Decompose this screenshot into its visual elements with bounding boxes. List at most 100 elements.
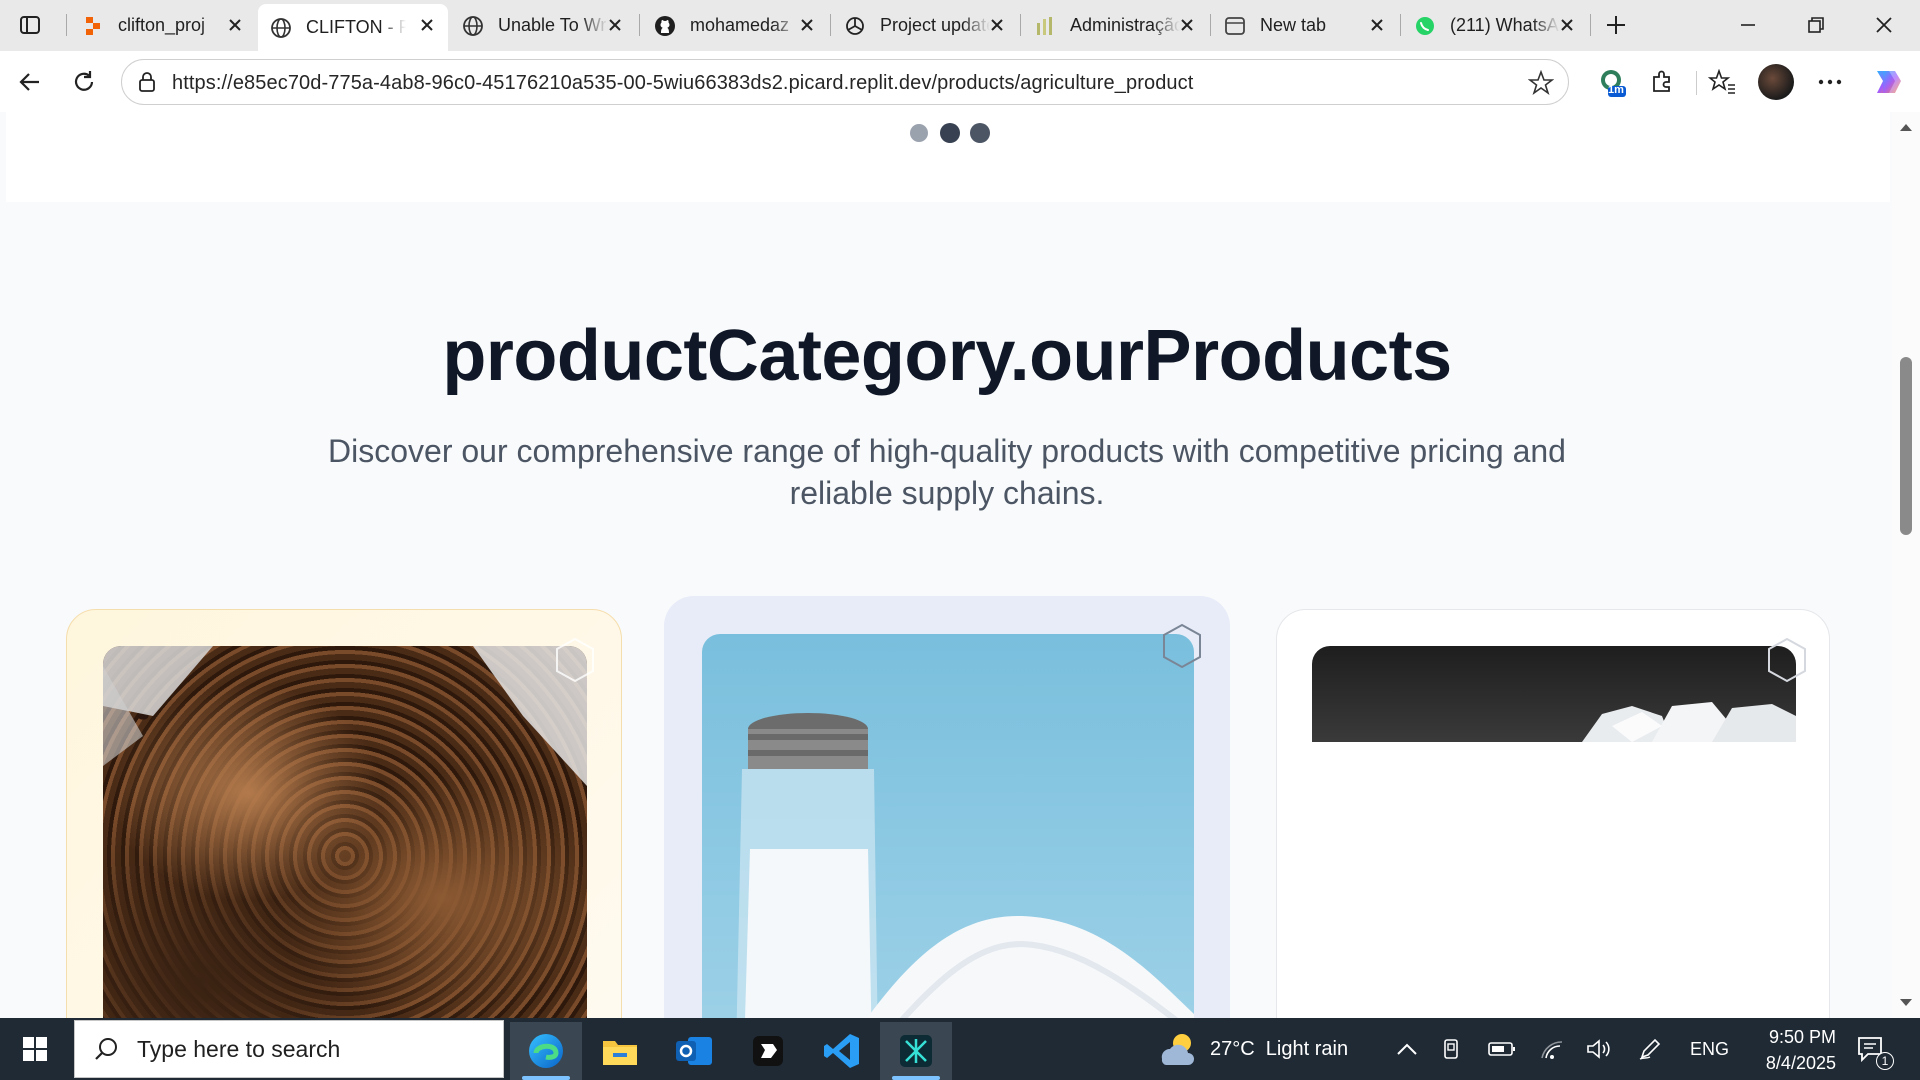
dev-tool-taskbar-icon[interactable] [880, 1022, 952, 1080]
product-image-coffee-beans [103, 646, 587, 1018]
navigation-bar: https://e85ec70d-775a-4ab8-96c0-45176210… [0, 51, 1920, 112]
new-tab-button[interactable] [1594, 8, 1638, 42]
restore-icon[interactable] [1794, 8, 1838, 42]
product-card-coffee[interactable] [66, 609, 622, 1018]
close-icon[interactable] [1368, 16, 1386, 34]
tab-title: mohamedaz [690, 15, 790, 35]
carousel-dot-active[interactable] [940, 123, 960, 143]
close-window-icon[interactable] [1862, 8, 1906, 42]
product-image-sugar-cubes [1312, 646, 1796, 742]
carousel-dot[interactable] [970, 123, 990, 143]
clock-date: 8/4/2025 [1765, 1053, 1836, 1073]
more-options-icon[interactable] [1812, 64, 1848, 100]
search-placeholder: Type here to search [137, 1035, 341, 1062]
chevron-up-icon [1397, 1043, 1417, 1055]
product-image-salt-shaker [702, 634, 1194, 1018]
newtab-icon [1224, 15, 1246, 37]
extensions-puzzle-icon[interactable] [1644, 64, 1680, 100]
page-subtitle: Discover our comprehensive range of high… [328, 433, 1566, 511]
app-cube-taskbar-icon[interactable] [732, 1022, 804, 1080]
tab-unable-to-write[interactable]: Unable To Write [450, 4, 636, 47]
volume-icon[interactable] [1586, 1018, 1612, 1080]
favorite-star-icon[interactable] [1528, 70, 1554, 96]
page-viewport: productCategory.ourProducts Discover our… [0, 112, 1920, 1018]
sugar-cubes-illustration [1582, 702, 1796, 742]
lock-icon[interactable] [136, 71, 158, 93]
tab-new-tab[interactable]: New tab [1212, 4, 1398, 47]
close-icon[interactable] [606, 16, 624, 34]
pen-icon[interactable] [1638, 1018, 1662, 1080]
url-text[interactable]: https://e85ec70d-775a-4ab8-96c0-45176210… [172, 72, 1193, 95]
close-icon[interactable] [1558, 16, 1576, 34]
replit-icon [82, 15, 104, 37]
notifications-icon[interactable]: 1 [1856, 1018, 1894, 1080]
globe-icon [270, 17, 292, 39]
clock-time: 9:50 PM [1768, 1027, 1836, 1047]
close-icon[interactable] [1178, 16, 1196, 34]
minimize-icon[interactable] [1726, 8, 1770, 42]
address-bar[interactable]: https://e85ec70d-775a-4ab8-96c0-45176210… [121, 59, 1569, 105]
tab-title: clifton_proj [118, 15, 206, 35]
show-hidden-icons[interactable] [1396, 1018, 1418, 1080]
extension-badge: 1m [1608, 84, 1624, 96]
battery-icon[interactable] [1488, 1018, 1516, 1080]
language-text: ENG [1690, 1038, 1730, 1059]
sidebar-toggle-icon[interactable] [8, 8, 52, 42]
extension-timer-icon[interactable]: 1m [1594, 64, 1630, 100]
meet-now-icon[interactable] [1442, 1018, 1464, 1080]
refresh-icon[interactable] [66, 64, 102, 100]
tab-clifton-proj[interactable]: clifton_proj [70, 4, 256, 47]
back-icon[interactable] [12, 64, 48, 100]
scroll-down-arrow-icon[interactable] [1899, 998, 1913, 1008]
tab-whatsapp[interactable]: (211) WhatsApp [1402, 4, 1588, 47]
plastic-bag-overlay [103, 646, 587, 786]
file-explorer-taskbar-icon[interactable] [584, 1022, 656, 1080]
start-button[interactable] [0, 1020, 70, 1078]
tab-administracao[interactable]: Administração [1022, 4, 1208, 47]
product-card-salt[interactable] [664, 596, 1230, 1018]
tab-title: Unable To Write [498, 15, 608, 35]
product-card-sugar[interactable] [1276, 609, 1830, 1018]
whatsapp-icon [1414, 15, 1436, 37]
hexagon-decoration-icon [1163, 623, 1201, 669]
windows-taskbar: Type here to search 27°C Light rain ENG … [0, 1018, 1920, 1080]
vscode-taskbar-icon[interactable] [806, 1022, 878, 1080]
close-icon[interactable] [988, 16, 1006, 34]
favorites-icon[interactable] [1704, 64, 1740, 100]
page-scrollbar[interactable] [1892, 112, 1920, 1018]
openai-icon [844, 15, 866, 37]
salt-shaker-illustration [736, 713, 1194, 1018]
tab-title: (211) WhatsApp [1450, 15, 1560, 35]
taskbar-search[interactable]: Type here to search [74, 1020, 504, 1078]
tab-title: Project updates [880, 15, 990, 35]
close-icon[interactable] [798, 16, 816, 34]
wifi-icon[interactable] [1540, 1018, 1564, 1080]
copilot-icon[interactable] [1868, 64, 1904, 100]
weather-text: 27°C Light rain [1210, 1037, 1349, 1060]
close-icon[interactable] [418, 16, 436, 34]
scrollbar-thumb[interactable] [1900, 357, 1912, 535]
scroll-up-arrow-icon[interactable] [1899, 122, 1913, 132]
search-icon [95, 1038, 117, 1060]
notification-count: 1 [1876, 1052, 1894, 1070]
carousel-dot[interactable] [910, 124, 928, 142]
admin-icon [1034, 15, 1056, 37]
profile-avatar[interactable] [1758, 64, 1794, 100]
tab-clifton-products[interactable]: CLIFTON - Products [258, 4, 448, 51]
language-indicator[interactable]: ENG [1690, 1018, 1729, 1080]
hero-section-bottom [6, 112, 1890, 202]
close-icon[interactable] [226, 16, 244, 34]
tab-title: CLIFTON - Products [306, 17, 406, 37]
tab-github[interactable]: mohamedaz [642, 4, 828, 47]
weather-widget[interactable]: 27°C Light rain [1156, 1018, 1348, 1080]
github-icon [654, 15, 676, 37]
hexagon-decoration-icon [1768, 637, 1806, 683]
globe-icon [462, 15, 484, 37]
edge-taskbar-icon[interactable] [510, 1022, 582, 1080]
page-title: productCategory.ourProducts [442, 316, 1452, 396]
weather-rain-icon [1161, 1034, 1194, 1065]
system-clock[interactable]: 9:50 PM 8/4/2025 [1766, 1024, 1836, 1076]
tab-strip: clifton_proj CLIFTON - Products Unable T… [0, 0, 1920, 51]
outlook-taskbar-icon[interactable] [658, 1022, 730, 1080]
tab-project-updates[interactable]: Project updates [832, 4, 1018, 47]
